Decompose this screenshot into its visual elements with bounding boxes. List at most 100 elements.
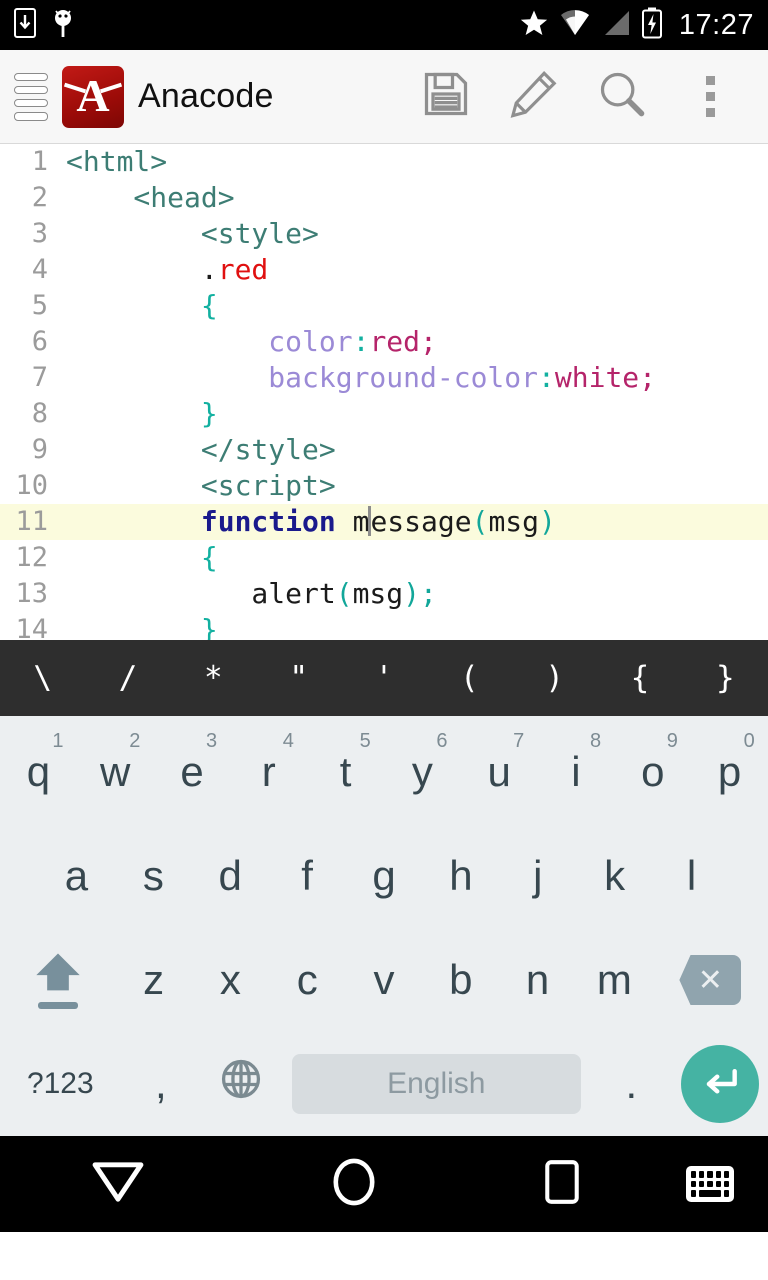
code-line[interactable]: 2 <head> <box>0 180 768 216</box>
line-number: 11 <box>15 506 48 537</box>
nav-recents-button[interactable] <box>472 1159 652 1209</box>
line-number: 2 <box>31 182 48 213</box>
app-title: Anacode <box>138 77 274 115</box>
code-token: alert <box>66 577 336 610</box>
enter-key[interactable] <box>672 1032 768 1136</box>
line-number: 5 <box>31 290 48 321</box>
overflow-button[interactable] <box>666 53 754 141</box>
shift-key[interactable] <box>0 928 115 1032</box>
code-text: .red <box>58 252 268 288</box>
symbol-key[interactable]: * <box>171 660 256 696</box>
key-l[interactable]: l <box>653 824 730 928</box>
key-s[interactable]: s <box>115 824 192 928</box>
kebab-menu-icon <box>705 76 715 117</box>
backspace-key[interactable]: ✕ <box>653 928 768 1032</box>
symbol-key[interactable]: ( <box>427 660 512 696</box>
keyboard-icon <box>686 1166 734 1202</box>
code-token: . <box>66 253 218 286</box>
code-text: <html> <box>58 144 167 180</box>
symbol-key[interactable]: " <box>256 660 341 696</box>
key-a[interactable]: a <box>38 824 115 928</box>
symbols-key[interactable]: ?123 <box>0 1032 121 1136</box>
code-line[interactable]: 12 { <box>0 540 768 576</box>
code-line[interactable]: 11 function message(msg) <box>0 504 768 540</box>
key-i[interactable]: 8i <box>538 720 615 824</box>
key-number-hint: 0 <box>743 730 755 752</box>
code-line[interactable]: 6 color:red; <box>0 324 768 360</box>
key-f[interactable]: f <box>269 824 346 928</box>
code-line[interactable]: 13 alert(msg); <box>0 576 768 612</box>
key-number-hint: 8 <box>589 730 602 752</box>
key-x[interactable]: x <box>192 928 269 1032</box>
download-icon <box>14 7 36 43</box>
code-text: color:red; <box>58 324 437 360</box>
nav-home-button[interactable] <box>236 1157 472 1212</box>
nav-back-button[interactable] <box>0 1161 236 1208</box>
search-button[interactable] <box>578 53 666 141</box>
symbol-key[interactable]: ' <box>341 660 426 696</box>
keyboard-row-1: 1q2w3e4r5t6y7u8i9o0p <box>0 720 768 824</box>
code-text: { <box>58 288 218 324</box>
code-token: ; <box>420 577 437 610</box>
key-b[interactable]: b <box>422 928 499 1032</box>
key-n[interactable]: n <box>499 928 576 1032</box>
code-line[interactable]: 3 <style> <box>0 216 768 252</box>
key-label: q <box>26 748 51 795</box>
symbol-key[interactable]: { <box>597 660 682 696</box>
code-token: msg <box>352 577 404 610</box>
code-line[interactable]: 10 <script> <box>0 468 768 504</box>
spacebar[interactable]: English <box>291 1054 582 1114</box>
language-key[interactable] <box>201 1032 281 1136</box>
key-e[interactable]: 3e <box>154 720 231 824</box>
key-d[interactable]: d <box>192 824 269 928</box>
symbol-key[interactable]: / <box>85 660 170 696</box>
key-number-hint: 9 <box>666 730 678 752</box>
code-token: white; <box>554 361 657 394</box>
key-z[interactable]: z <box>115 928 192 1032</box>
edit-button[interactable] <box>490 53 578 141</box>
key-r[interactable]: 4r <box>230 720 307 824</box>
symbol-key[interactable]: } <box>683 660 768 696</box>
code-line[interactable]: 14 } <box>0 612 768 640</box>
file-list-icon[interactable] <box>14 72 48 121</box>
code-line[interactable]: 4 .red <box>0 252 768 288</box>
code-line[interactable]: 7 background-color:white; <box>0 360 768 396</box>
key-j[interactable]: j <box>499 824 576 928</box>
code-token: } <box>66 613 218 640</box>
key-h[interactable]: h <box>422 824 499 928</box>
line-number: 13 <box>15 578 48 609</box>
key-label: t <box>339 748 352 795</box>
period-key[interactable]: . <box>591 1032 671 1136</box>
code-token: m <box>352 505 370 538</box>
app-logo: A <box>62 65 124 128</box>
key-w[interactable]: 2w <box>77 720 154 824</box>
code-text: } <box>58 612 218 640</box>
code-token: } <box>66 397 218 430</box>
key-q[interactable]: 1q <box>0 720 77 824</box>
key-o[interactable]: 9o <box>614 720 691 824</box>
code-line[interactable]: 5 { <box>0 288 768 324</box>
symbol-key[interactable]: ) <box>512 660 597 696</box>
key-label: p <box>717 748 742 795</box>
symbol-key[interactable]: \ <box>0 660 85 696</box>
key-t[interactable]: 5t <box>307 720 384 824</box>
key-p[interactable]: 0p <box>691 720 768 824</box>
key-u[interactable]: 7u <box>461 720 538 824</box>
key-y[interactable]: 6y <box>384 720 461 824</box>
code-text: } <box>58 396 218 432</box>
key-v[interactable]: v <box>346 928 423 1032</box>
logo-letter: A <box>76 69 110 121</box>
code-line[interactable]: 1 <html> <box>0 144 768 180</box>
code-token: <head> <box>66 181 235 214</box>
key-c[interactable]: c <box>269 928 346 1032</box>
comma-key[interactable]: , <box>121 1032 201 1136</box>
key-g[interactable]: g <box>346 824 423 928</box>
nav-hide-keyboard-button[interactable] <box>652 1166 768 1202</box>
save-button[interactable] <box>402 53 490 141</box>
key-m[interactable]: m <box>576 928 653 1032</box>
code-line[interactable]: 9 </style> <box>0 432 768 468</box>
code-token: function <box>66 505 353 538</box>
code-editor[interactable]: 1 <html> 2 <head> 3 <style> 4 .red 5 {6 color… <box>0 144 768 640</box>
code-line[interactable]: 8 } <box>0 396 768 432</box>
key-k[interactable]: k <box>576 824 653 928</box>
